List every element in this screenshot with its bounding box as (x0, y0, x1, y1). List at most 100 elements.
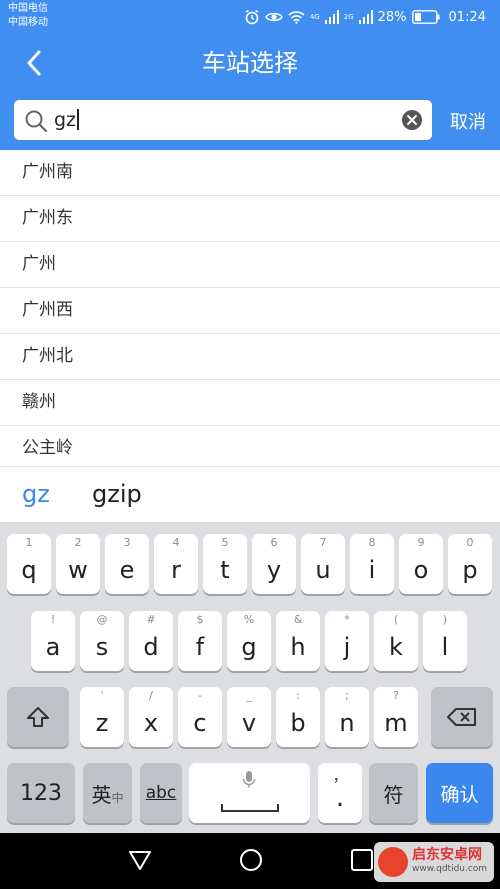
key-x[interactable]: / x (129, 687, 173, 747)
key-label: f (195, 633, 205, 661)
numbers-key[interactable]: 123 (7, 763, 75, 823)
list-item[interactable]: 广州西 (0, 288, 500, 334)
key-hint: _ (246, 689, 252, 702)
abc-key[interactable]: abc (140, 763, 182, 823)
key-hint: $ (196, 613, 204, 626)
shift-key[interactable] (7, 687, 69, 747)
watermark-url: www.qdtidu.com (412, 864, 488, 874)
key-t[interactable]: 5t (203, 534, 247, 594)
key-hint: 3 (123, 536, 131, 549)
key-k[interactable]: (k (374, 611, 418, 671)
key-l[interactable]: ) l (423, 611, 467, 671)
key-w[interactable]: 2w (56, 534, 100, 594)
key-hint: & (293, 613, 303, 626)
carrier-1: 中国电信 (8, 3, 48, 14)
key-hint: * (344, 613, 350, 626)
close-icon (407, 115, 417, 125)
key-label: p (462, 556, 478, 584)
eye-icon (264, 12, 283, 22)
key-o[interactable]: 9o (399, 534, 443, 594)
confirm-key[interactable]: 确认 (426, 763, 493, 823)
watermark-name: 启东安卓网 (412, 847, 482, 863)
search-icon (25, 110, 48, 133)
key-label: v (241, 709, 257, 737)
home-circle-icon[interactable] (238, 847, 264, 873)
symbols-key[interactable]: 符 (369, 763, 418, 823)
key-label: h (290, 633, 306, 661)
key-e[interactable]: 3e (105, 534, 149, 594)
key-label: q (21, 556, 37, 584)
key-p[interactable]: 0p (448, 534, 492, 594)
punctuation-key[interactable]: ， . (318, 763, 362, 823)
numbers-key-label: 123 (20, 780, 62, 806)
list-item[interactable]: 广州东 (0, 196, 500, 242)
key-label: x (143, 709, 159, 737)
key-label: n (339, 709, 355, 737)
key-f[interactable]: $ f (178, 611, 222, 671)
language-switch-key[interactable]: 英中 (83, 763, 132, 823)
search-input[interactable]: gz (54, 105, 394, 135)
watermark-logo (378, 847, 408, 877)
key-y[interactable]: 6y (252, 534, 296, 594)
key-hint: 5 (221, 536, 229, 549)
key-label: m (384, 709, 408, 737)
key-v[interactable]: _ v (227, 687, 271, 747)
key-label: z (95, 709, 109, 737)
microphone-icon (242, 771, 256, 788)
key-h[interactable]: & h (276, 611, 320, 671)
key-label: s (95, 633, 109, 661)
lang-sub-label: 中 (111, 790, 124, 805)
key-n[interactable]: ; n (325, 687, 369, 747)
battery-percent: 28% (377, 9, 407, 25)
cancel-button[interactable]: 取消 (450, 108, 486, 134)
key-label: d (143, 633, 159, 661)
key-z[interactable]: ' z (80, 687, 124, 747)
recent-apps-icon[interactable] (349, 847, 375, 873)
key-label: t (220, 556, 230, 584)
space-key[interactable] (189, 763, 310, 823)
key-hint: : (296, 689, 300, 702)
key-label: a (45, 633, 61, 661)
list-item[interactable]: 广州南 (0, 150, 500, 196)
key-hint: ? (393, 689, 399, 702)
key-s[interactable]: @ s (80, 611, 124, 671)
search-box[interactable]: gz (14, 100, 432, 140)
status-bar: 中国电信 中国移动 4G 2G 28% 01:24 (0, 0, 500, 34)
clear-button[interactable] (402, 110, 422, 130)
list-item[interactable]: 广州 (0, 242, 500, 288)
station-list: 广州南 广州东 广州 广州西 广州北 赣州 公主岭 (0, 150, 500, 471)
key-label: g (241, 633, 257, 661)
list-item[interactable]: 广州北 (0, 334, 500, 380)
key-m[interactable]: ? m (374, 687, 418, 747)
list-item[interactable]: 公主岭 (0, 426, 500, 471)
key-label: u (315, 556, 331, 584)
back-triangle-icon[interactable] (127, 847, 153, 873)
key-q[interactable]: 1q (7, 534, 51, 594)
backspace-key[interactable] (431, 687, 493, 747)
battery-icon (411, 10, 440, 24)
key-hint: / (149, 689, 153, 702)
signal-icon-2 (358, 10, 373, 24)
alarm-icon (245, 9, 259, 25)
text-cursor (77, 109, 79, 130)
key-u[interactable]: 7u (301, 534, 345, 594)
key-label: o (413, 556, 429, 584)
list-item[interactable]: 赣州 (0, 380, 500, 426)
key-hint: ( (393, 613, 399, 626)
suggestion-item[interactable]: gz (22, 479, 50, 509)
key-c[interactable]: -c (178, 687, 222, 747)
key-g[interactable]: % g (227, 611, 271, 671)
key-b[interactable]: :b (276, 687, 320, 747)
key-hint: % (243, 613, 255, 626)
suggestion-item[interactable]: gzip (92, 479, 142, 509)
key-d[interactable]: # d (129, 611, 173, 671)
key-r[interactable]: 4r (154, 534, 198, 594)
key-j[interactable]: * j (325, 611, 369, 671)
key-hint: 0 (466, 536, 474, 549)
page-title: 车站选择 (202, 49, 298, 77)
key-i[interactable]: 8i (350, 534, 394, 594)
key-hint: 8 (368, 536, 376, 549)
key-hint: ' (100, 689, 104, 702)
keyboard: 1q 2w 3e 4r 5t 6y 7u 8i 9o 0p ! a @ s # d $… (0, 522, 500, 833)
key-a[interactable]: ! a (31, 611, 75, 671)
